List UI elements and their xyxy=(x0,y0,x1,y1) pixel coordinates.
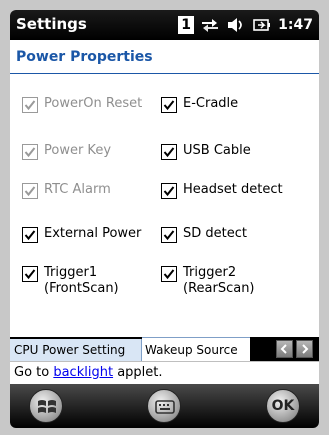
checkbox-trigger1[interactable]: Trigger1 (FrontScan) xyxy=(22,265,119,297)
checkbox-headset-detect[interactable]: Headset detect xyxy=(161,182,283,199)
checkbox-label: Trigger1 (FrontScan) xyxy=(44,265,119,296)
checkbox-label: PowerOn Reset xyxy=(44,96,143,111)
checkbox-label: SD detect xyxy=(183,226,247,241)
app-title: Settings xyxy=(16,15,87,33)
chevron-right-icon xyxy=(302,344,309,354)
checkbox-box[interactable] xyxy=(161,97,177,113)
checkbox-box[interactable] xyxy=(161,183,177,199)
link-prefix: Go to xyxy=(14,365,54,380)
ok-label: OK xyxy=(271,398,295,414)
title-bar: Settings 1 1:47 xyxy=(10,10,319,40)
softkey-bar: OK xyxy=(10,384,319,428)
checkbox-label: Power Key xyxy=(44,143,112,158)
checkbox-box[interactable] xyxy=(22,97,38,113)
device-screen: Settings 1 1:47 Power Properties PowerOn… xyxy=(10,10,319,428)
checkbox-label: External Power xyxy=(44,226,142,241)
checkbox-trigger2[interactable]: Trigger2 (RearScan) xyxy=(161,265,255,297)
notification-badge[interactable]: 1 xyxy=(178,16,195,34)
backlight-link-row: Go to backlight applet. xyxy=(10,361,319,383)
keyboard-icon xyxy=(155,400,175,414)
status-area: 1 1:47 xyxy=(178,14,313,36)
battery-charging-icon[interactable] xyxy=(252,16,272,34)
sync-icon[interactable] xyxy=(200,16,220,34)
checkbox-label: E-Cradle xyxy=(183,96,239,111)
tab-scroll-left-button[interactable] xyxy=(276,340,293,358)
tab-bar: CPU Power Setting Wakeup Source xyxy=(10,337,319,361)
checkbox-poweron-reset[interactable]: PowerOn Reset xyxy=(22,96,142,113)
tab-wakeup-source[interactable]: Wakeup Source xyxy=(142,337,250,361)
checkbox-box[interactable] xyxy=(22,183,38,199)
checkbox-box[interactable] xyxy=(22,227,38,243)
keyboard-button[interactable] xyxy=(147,389,181,423)
speaker-icon[interactable] xyxy=(226,16,246,34)
checkbox-label: Trigger2 (RearScan) xyxy=(183,265,255,296)
windows-flag-icon xyxy=(38,400,56,413)
checkbox-box[interactable] xyxy=(161,144,177,160)
checkbox-rtc-alarm[interactable]: RTC Alarm xyxy=(22,182,111,199)
checkbox-external-power[interactable]: External Power xyxy=(22,226,141,243)
checkbox-box[interactable] xyxy=(161,266,177,282)
checkbox-usb-cable[interactable]: USB Cable xyxy=(161,143,251,160)
page-title: Power Properties xyxy=(16,49,153,65)
checkbox-power-key[interactable]: Power Key xyxy=(22,143,111,160)
backlight-link[interactable]: backlight xyxy=(53,365,113,380)
checkbox-e-cradle[interactable]: E-Cradle xyxy=(161,96,238,113)
chevron-left-icon xyxy=(280,344,287,354)
tab-scroll-right-button[interactable] xyxy=(296,340,313,358)
ok-button[interactable]: OK xyxy=(266,389,300,423)
checkbox-label: Headset detect xyxy=(183,182,283,197)
checkbox-box[interactable] xyxy=(22,144,38,160)
clock[interactable]: 1:47 xyxy=(278,17,313,33)
tab-cpu-power-setting[interactable]: CPU Power Setting xyxy=(10,339,142,361)
checkbox-box[interactable] xyxy=(161,227,177,243)
link-suffix: applet. xyxy=(113,365,163,380)
checkbox-label: USB Cable xyxy=(183,143,251,158)
checkbox-box[interactable] xyxy=(22,266,38,282)
checkbox-label: RTC Alarm xyxy=(44,182,111,197)
checkbox-sd-detect[interactable]: SD detect xyxy=(161,226,247,243)
header-divider xyxy=(10,73,319,74)
start-button[interactable] xyxy=(29,389,63,423)
